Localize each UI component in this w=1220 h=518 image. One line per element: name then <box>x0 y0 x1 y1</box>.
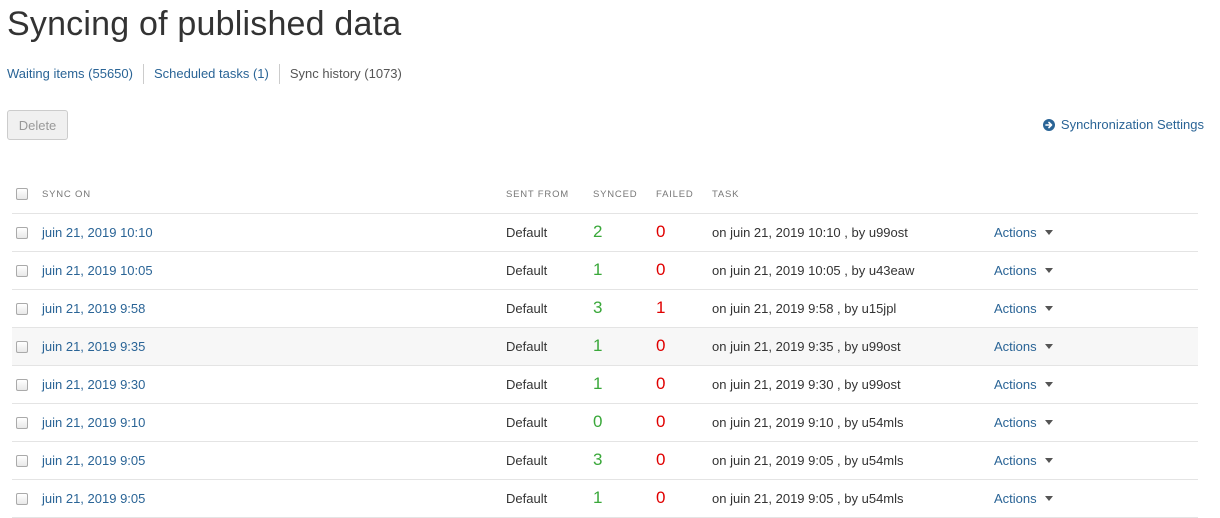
sync-on-link[interactable]: juin 21, 2019 9:05 <box>42 491 145 506</box>
sent-from-cell: Default <box>506 479 593 518</box>
header-synced[interactable]: SYNCED <box>593 176 656 214</box>
caret-down-icon <box>1044 381 1053 387</box>
synchronization-settings-link[interactable]: Synchronization Settings <box>1042 117 1204 132</box>
task-cell: on juin 21, 2019 9:30 , by u99ost <box>712 365 994 404</box>
failed-count: 0 <box>656 374 666 393</box>
row-checkbox[interactable] <box>16 493 28 506</box>
history-tabs: Waiting items (55650) Scheduled tasks (1… <box>7 64 412 84</box>
failed-count: 0 <box>656 336 666 355</box>
sent-from-cell: Default <box>506 289 593 328</box>
table-row: juin 21, 2019 9:05 Default 1 0 on juin 2… <box>12 479 1198 518</box>
actions-dropdown[interactable]: Actions <box>994 377 1053 392</box>
row-checkbox[interactable] <box>16 265 28 278</box>
sent-from-cell: Default <box>506 441 593 480</box>
table-row: juin 21, 2019 9:35 Default 1 0 on juin 2… <box>12 327 1198 366</box>
failed-count: 0 <box>656 412 666 431</box>
actions-label: Actions <box>994 338 1037 354</box>
row-checkbox[interactable] <box>16 303 28 316</box>
page-title: Syncing of published data <box>7 5 402 43</box>
sync-on-link[interactable]: juin 21, 2019 9:05 <box>42 453 145 468</box>
failed-count: 0 <box>656 222 666 241</box>
row-checkbox[interactable] <box>16 341 28 354</box>
tab-scheduled-tasks[interactable]: Scheduled tasks (1) <box>142 64 279 84</box>
task-cell: on juin 21, 2019 10:05 , by u43eaw <box>712 251 994 290</box>
actions-label: Actions <box>994 376 1037 392</box>
actions-label: Actions <box>994 262 1037 278</box>
row-checkbox[interactable] <box>16 379 28 392</box>
actions-label: Actions <box>994 224 1037 240</box>
table-header-row: SYNC ON SENT FROM SYNCED FAILED TASK <box>12 176 1198 214</box>
header-failed[interactable]: FAILED <box>656 176 712 214</box>
tab-sync-history[interactable]: Sync history (1073) <box>278 64 412 84</box>
caret-down-icon <box>1044 495 1053 501</box>
actions-dropdown[interactable]: Actions <box>994 453 1053 468</box>
table-row: juin 21, 2019 9:58 Default 3 1 on juin 2… <box>12 289 1198 328</box>
sync-on-link[interactable]: juin 21, 2019 9:10 <box>42 415 145 430</box>
actions-dropdown[interactable]: Actions <box>994 263 1053 278</box>
select-all-cell <box>12 176 42 214</box>
task-cell: on juin 21, 2019 9:10 , by u54mls <box>712 403 994 442</box>
caret-down-icon <box>1044 267 1053 273</box>
caret-down-icon <box>1044 229 1053 235</box>
actions-label: Actions <box>994 452 1037 468</box>
failed-count: 0 <box>656 450 666 469</box>
synced-count: 1 <box>593 336 603 355</box>
header-actions <box>994 176 1198 214</box>
actions-label: Actions <box>994 414 1037 430</box>
table-row: juin 21, 2019 10:10 Default 2 0 on juin … <box>12 213 1198 252</box>
actions-dropdown[interactable]: Actions <box>994 225 1053 240</box>
table-row: juin 21, 2019 9:05 Default 3 0 on juin 2… <box>12 441 1198 480</box>
sync-on-link[interactable]: juin 21, 2019 9:58 <box>42 301 145 316</box>
sync-on-link[interactable]: juin 21, 2019 10:05 <box>42 263 153 278</box>
sync-history-table: SYNC ON SENT FROM SYNCED FAILED TASK jui… <box>12 176 1198 518</box>
synced-count: 0 <box>593 412 603 431</box>
failed-count: 1 <box>656 298 666 317</box>
actions-dropdown[interactable]: Actions <box>994 301 1053 316</box>
synced-count: 1 <box>593 260 603 279</box>
task-cell: on juin 21, 2019 9:05 , by u54mls <box>712 441 994 480</box>
synchronization-settings-label: Synchronization Settings <box>1060 117 1204 132</box>
synced-count: 3 <box>593 298 603 317</box>
header-sent-from[interactable]: SENT FROM <box>506 176 593 214</box>
sent-from-cell: Default <box>506 213 593 252</box>
actions-label: Actions <box>994 490 1037 506</box>
caret-down-icon <box>1044 343 1053 349</box>
delete-button[interactable]: Delete <box>7 110 68 140</box>
sent-from-cell: Default <box>506 365 593 404</box>
select-all-checkbox[interactable] <box>16 188 28 201</box>
header-sync-on[interactable]: SYNC ON <box>42 176 506 214</box>
synced-count: 3 <box>593 450 603 469</box>
sync-on-link[interactable]: juin 21, 2019 10:10 <box>42 225 153 240</box>
task-cell: on juin 21, 2019 10:10 , by u99ost <box>712 213 994 252</box>
row-checkbox[interactable] <box>16 455 28 468</box>
circle-arrow-right-icon <box>1042 118 1055 131</box>
table-row: juin 21, 2019 10:05 Default 1 0 on juin … <box>12 251 1198 290</box>
header-task: TASK <box>712 176 994 214</box>
caret-down-icon <box>1044 457 1053 463</box>
actions-dropdown[interactable]: Actions <box>994 491 1053 506</box>
caret-down-icon <box>1044 305 1053 311</box>
sent-from-cell: Default <box>506 403 593 442</box>
failed-count: 0 <box>656 260 666 279</box>
actions-dropdown[interactable]: Actions <box>994 339 1053 354</box>
task-cell: on juin 21, 2019 9:05 , by u54mls <box>712 479 994 518</box>
sent-from-cell: Default <box>506 327 593 366</box>
tab-waiting-items[interactable]: Waiting items (55650) <box>7 64 143 84</box>
synced-count: 2 <box>593 222 603 241</box>
sync-on-link[interactable]: juin 21, 2019 9:30 <box>42 377 145 392</box>
caret-down-icon <box>1044 419 1053 425</box>
actions-label: Actions <box>994 300 1037 316</box>
synced-count: 1 <box>593 374 603 393</box>
actions-dropdown[interactable]: Actions <box>994 415 1053 430</box>
sent-from-cell: Default <box>506 251 593 290</box>
task-cell: on juin 21, 2019 9:35 , by u99ost <box>712 327 994 366</box>
sync-on-link[interactable]: juin 21, 2019 9:35 <box>42 339 145 354</box>
table-row: juin 21, 2019 9:10 Default 0 0 on juin 2… <box>12 403 1198 442</box>
table-row: juin 21, 2019 9:30 Default 1 0 on juin 2… <box>12 365 1198 404</box>
task-cell: on juin 21, 2019 9:58 , by u15jpl <box>712 289 994 328</box>
row-checkbox[interactable] <box>16 417 28 430</box>
row-checkbox[interactable] <box>16 227 28 240</box>
